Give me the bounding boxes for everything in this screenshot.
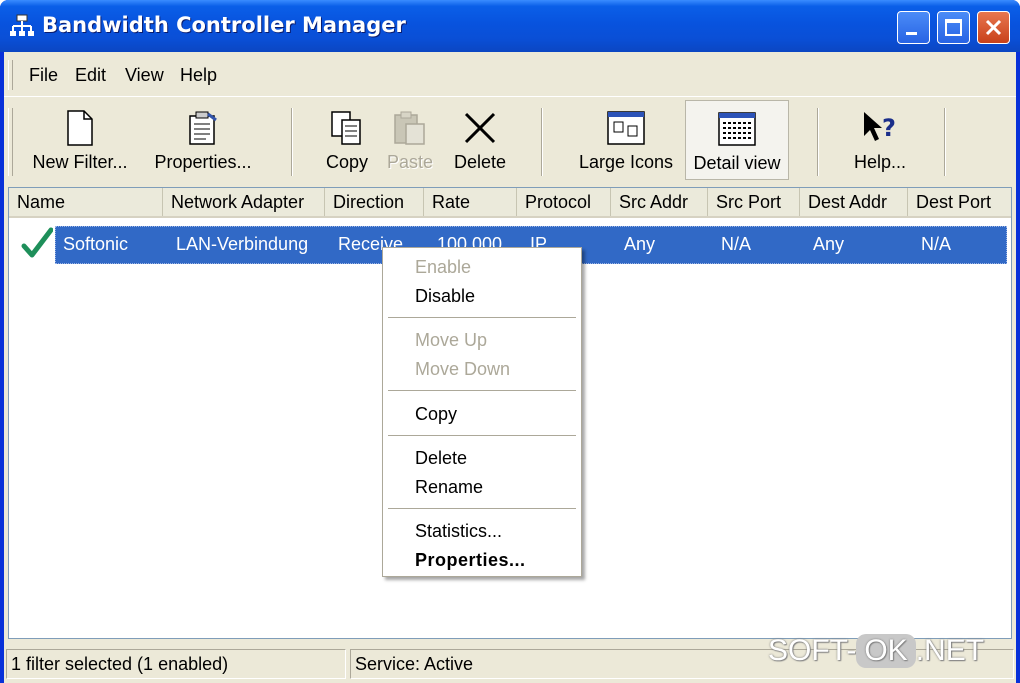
detail-view-icon (718, 112, 756, 146)
close-button[interactable] (977, 11, 1010, 44)
new-filter-button[interactable]: New Filter... (24, 100, 136, 180)
detail-view-button[interactable]: Detail view (685, 100, 789, 180)
column-header-network-adapter[interactable]: Network Adapter (163, 188, 325, 216)
close-icon (985, 19, 1002, 36)
window-title: Bandwidth Controller Manager (42, 13, 406, 37)
column-header-dest-addr[interactable]: Dest Addr (800, 188, 908, 216)
toolbar-separator (817, 108, 819, 176)
menu-view[interactable]: View (125, 65, 164, 86)
menu-item-properties[interactable]: Properties... (415, 550, 526, 571)
menu-item-move-up[interactable]: Move Up (415, 330, 487, 351)
cell-src-port: N/A (721, 234, 752, 254)
detail-view-label: Detail view (693, 153, 781, 173)
delete-label: Delete (453, 152, 507, 172)
watermark-ok: OK (856, 634, 916, 668)
toolbar-grip[interactable] (8, 108, 13, 176)
paste-label: Paste (386, 152, 434, 172)
column-header-src-port[interactable]: Src Port (708, 188, 800, 216)
watermark-right: .NET (915, 634, 985, 667)
copy-label: Copy (325, 152, 369, 172)
menu-item-disable[interactable]: Disable (415, 286, 475, 307)
properties-button[interactable]: Properties... (144, 100, 262, 180)
delete-button[interactable]: Delete (447, 100, 513, 180)
large-icons-icon (607, 111, 645, 145)
help-label: Help... (853, 152, 907, 172)
watermark-left: SOFT- (768, 634, 857, 667)
menu-separator (388, 317, 576, 318)
toolbar-separator (291, 108, 293, 176)
menu-item-statistics[interactable]: Statistics... (415, 521, 502, 542)
properties-icon (189, 111, 217, 145)
column-header-dest-port[interactable]: Dest Port (908, 188, 1011, 216)
column-header-direction[interactable]: Direction (325, 188, 424, 216)
menu-item-move-down[interactable]: Move Down (415, 359, 510, 380)
cell-network-adapter: LAN-Verbindung (176, 234, 309, 254)
column-header-protocol[interactable]: Protocol (517, 188, 611, 216)
toolbar-separator (944, 108, 946, 176)
column-header-name[interactable]: Name (9, 188, 163, 216)
maximize-icon (945, 19, 962, 36)
menu-help[interactable]: Help (180, 65, 217, 86)
menu-separator (388, 508, 576, 509)
menu-separator (388, 390, 576, 391)
column-header-rate[interactable]: Rate (424, 188, 517, 216)
menu-bar: File Edit View Help (4, 52, 1016, 97)
menu-grip[interactable] (8, 60, 13, 90)
cell-dest-addr: Any (813, 234, 845, 254)
menu-item-copy[interactable]: Copy (415, 404, 457, 425)
cell-dest-port: N/A (921, 234, 952, 254)
new-document-icon (67, 110, 93, 146)
copy-icon (331, 111, 361, 145)
toolbar-separator (541, 108, 543, 176)
minimize-button[interactable] (897, 11, 930, 44)
menu-separator (388, 435, 576, 436)
svg-text:?: ? (882, 114, 896, 142)
cell-name: Softonic (63, 234, 129, 254)
status-selection: 1 filter selected (1 enabled) (6, 649, 346, 679)
delete-icon (464, 112, 496, 144)
paste-icon (394, 111, 425, 145)
context-menu: Enable Disable Move Up Move Down Copy De… (382, 247, 582, 577)
menu-item-rename[interactable]: Rename (415, 477, 483, 498)
paste-button[interactable]: Paste (381, 100, 439, 180)
help-pointer-icon: ? (864, 112, 896, 142)
menu-file[interactable]: File (29, 65, 58, 86)
toolbar: New Filter... Properties... Copy Paste D… (4, 100, 1016, 184)
menu-edit[interactable]: Edit (75, 65, 106, 86)
enabled-check-icon (21, 227, 53, 258)
cell-src-addr: Any (624, 234, 656, 254)
new-filter-label: New Filter... (32, 152, 128, 172)
properties-label: Properties... (154, 152, 252, 172)
watermark: SOFT- OK .NET (768, 634, 984, 668)
menu-item-delete[interactable]: Delete (415, 448, 467, 469)
help-button[interactable]: ? Help... (840, 100, 920, 180)
title-bar[interactable]: Bandwidth Controller Manager (0, 0, 1020, 52)
column-header-src-addr[interactable]: Src Addr (611, 188, 708, 216)
network-icon (10, 14, 34, 36)
menu-item-enable[interactable]: Enable (415, 257, 471, 278)
large-icons-label: Large Icons (578, 152, 674, 172)
large-icons-button[interactable]: Large Icons (571, 100, 681, 180)
column-headers: Name Network Adapter Direction Rate Prot… (9, 188, 1011, 218)
minimize-icon (906, 32, 917, 35)
maximize-button[interactable] (937, 11, 970, 44)
copy-button[interactable]: Copy (319, 100, 375, 180)
